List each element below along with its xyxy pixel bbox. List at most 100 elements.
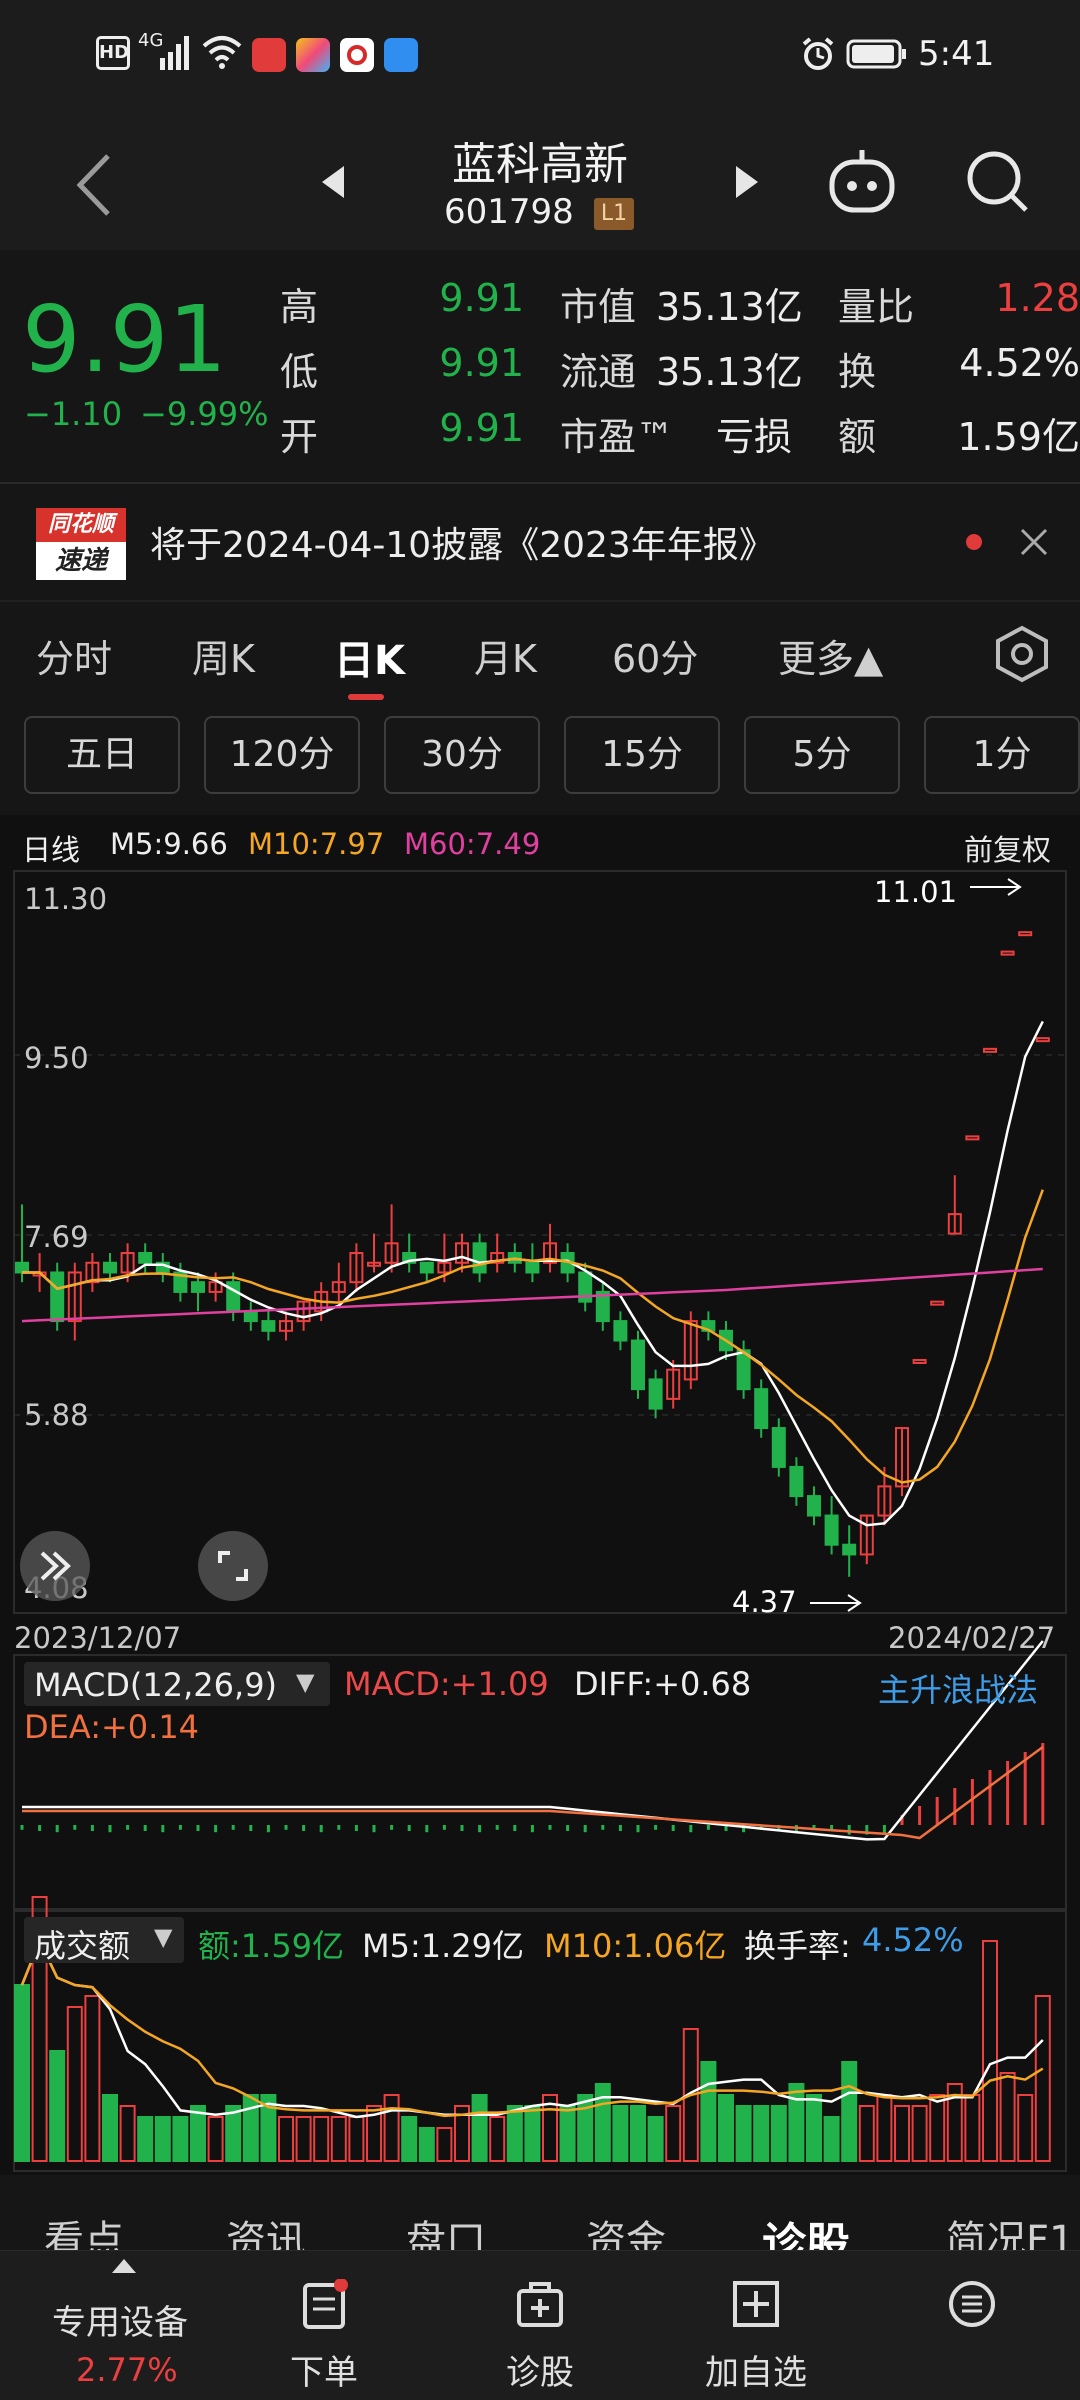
turnover-rate-value: 4.52% bbox=[862, 1921, 964, 1959]
btn-5min[interactable]: 5分 bbox=[744, 716, 900, 794]
volume-bar bbox=[524, 2105, 541, 2162]
btn-15min[interactable]: 15分 bbox=[564, 716, 720, 794]
strategy-link[interactable]: 主升浪战法 bbox=[878, 1665, 1038, 1711]
tab-monthly[interactable]: 月K bbox=[474, 628, 537, 683]
candle-body bbox=[754, 1388, 769, 1430]
volume-selector[interactable]: 成交额 ▼ bbox=[24, 1917, 184, 1965]
volume-bar bbox=[137, 2116, 154, 2162]
nav-add-watchlist[interactable]: 加自选 bbox=[648, 2251, 864, 2400]
nav-order-label: 下单 bbox=[290, 2353, 358, 2393]
add-icon bbox=[731, 2279, 781, 2329]
app-icon-red bbox=[252, 38, 286, 72]
news-logo-top: 同花顺 bbox=[36, 508, 126, 542]
tab-weekly[interactable]: 周K bbox=[192, 628, 255, 683]
volume-bar bbox=[313, 2116, 330, 2162]
tab-diagnose[interactable]: 诊股 bbox=[762, 2208, 850, 2250]
tab-intraday[interactable]: 分时 bbox=[36, 628, 112, 683]
tab-60min[interactable]: 60分 bbox=[612, 628, 698, 683]
candle-body bbox=[525, 1261, 540, 1274]
next-stock-icon[interactable] bbox=[734, 162, 762, 202]
volume-bar bbox=[418, 2127, 435, 2162]
search-icon[interactable] bbox=[964, 148, 1032, 216]
volume-bar bbox=[594, 2083, 611, 2162]
candle-body bbox=[472, 1242, 487, 1274]
volume-bar bbox=[154, 2116, 171, 2162]
status-bar: HD 4G 5:41 bbox=[0, 0, 1080, 110]
quote-panel: 9.91 −1.10 −9.99% 高 9.91 市值 35.13亿 量比 1.… bbox=[0, 250, 1080, 480]
fullscreen-icon[interactable] bbox=[198, 1531, 268, 1601]
tab-capital[interactable]: 资金 bbox=[586, 2208, 666, 2250]
tab-profile[interactable]: 简况F1 bbox=[946, 2208, 1074, 2250]
volume-name: 成交额 bbox=[34, 1927, 131, 1965]
menu-icon bbox=[947, 2279, 997, 2329]
close-icon[interactable] bbox=[1016, 524, 1052, 560]
nav-order[interactable]: 下单 bbox=[216, 2251, 432, 2400]
date-start: 2023/12/07 bbox=[14, 1621, 182, 1655]
volume-bar bbox=[894, 2105, 910, 2162]
volume-bar bbox=[788, 2083, 805, 2162]
btn-1min[interactable]: 1分 bbox=[924, 716, 1080, 794]
volume-bar bbox=[207, 2116, 224, 2162]
btn-30min[interactable]: 30分 bbox=[384, 716, 540, 794]
volume-ma10-line bbox=[20, 1937, 1044, 2118]
status-time: 5:41 bbox=[918, 34, 995, 74]
volume-bar bbox=[999, 2072, 1016, 2162]
volume-ma5-line bbox=[20, 1937, 1044, 2119]
nav-add-label: 加自选 bbox=[705, 2353, 807, 2393]
candle-body bbox=[50, 1271, 65, 1323]
settings-icon[interactable] bbox=[994, 624, 1050, 684]
btn-5day[interactable]: 五日 bbox=[24, 716, 180, 794]
cloud-icon bbox=[384, 38, 418, 72]
news-banner[interactable]: 同花顺 速递 将于2024-04-10披露《2023年年报》 bbox=[0, 482, 1080, 592]
float-value: 35.13亿 bbox=[656, 350, 803, 394]
volume-bar bbox=[471, 2094, 488, 2162]
volume-bar bbox=[841, 2061, 858, 2162]
volratio-label: 量比 bbox=[838, 285, 915, 329]
volume-bar bbox=[295, 2116, 312, 2162]
float-label: 流通 bbox=[560, 350, 637, 394]
low-value: 9.91 bbox=[439, 341, 524, 385]
volume-bar bbox=[172, 2116, 189, 2162]
stock-detail-screen: HD 4G 5:41 蓝科高新 601798 L1 9.91 −1.10 −9.… bbox=[0, 0, 1080, 2400]
news-text: 将于2024-04-10披露《2023年年报》 bbox=[150, 525, 775, 566]
volume-bar bbox=[278, 2116, 294, 2162]
macd-selector[interactable]: MACD(12,26,9) ▼ bbox=[24, 1662, 330, 1706]
chart-area[interactable]: 日线 M5:9.66 M10:7.97 M60:7.49 前复权 11.30 9… bbox=[0, 815, 1080, 2175]
volume-bar bbox=[770, 2105, 787, 2162]
minute-buttons: 五日 120分 30分 15分 5分 1分 bbox=[0, 716, 1080, 802]
tab-orderbook[interactable]: 盘口 bbox=[406, 2208, 486, 2250]
tab-daily[interactable]: 日K bbox=[334, 628, 405, 686]
nav-diagnose[interactable]: 诊股 bbox=[432, 2251, 648, 2400]
axis-label-4: 5.88 bbox=[24, 1398, 89, 1432]
low-arrow bbox=[810, 1594, 862, 1612]
volume-bar bbox=[489, 2116, 506, 2162]
btn-120min[interactable]: 120分 bbox=[204, 716, 360, 794]
candle-body bbox=[419, 1261, 434, 1274]
stock-name: 蓝科高新 bbox=[452, 139, 628, 190]
device-entry[interactable]: 专用设备 2.77% bbox=[0, 2251, 216, 2400]
unread-dot-icon bbox=[966, 534, 982, 550]
news-logo: 同花顺 速递 bbox=[36, 508, 126, 580]
candle-body bbox=[613, 1320, 628, 1342]
tab-news[interactable]: 资讯 bbox=[226, 2208, 306, 2250]
news-logo-bottom: 速递 bbox=[36, 542, 126, 580]
volume-bar bbox=[823, 2116, 840, 2162]
candle-body bbox=[807, 1495, 821, 1517]
kline-chart bbox=[13, 870, 1067, 2172]
last-price: 9.91 bbox=[22, 286, 227, 393]
nav-menu[interactable] bbox=[864, 2251, 1080, 2400]
volume-bar bbox=[348, 2116, 365, 2162]
candle-body bbox=[103, 1261, 117, 1274]
robot-icon[interactable] bbox=[826, 148, 898, 216]
volume-bar bbox=[665, 2105, 682, 2162]
volume-bar bbox=[242, 2094, 259, 2162]
app-icon-multicolor bbox=[296, 38, 330, 72]
tab-more[interactable]: 更多▲ bbox=[778, 628, 883, 683]
hd-badge: HD bbox=[96, 36, 130, 70]
high-label: 高 bbox=[280, 285, 319, 329]
candle-body bbox=[824, 1514, 839, 1546]
turnover-rate-label: 换手率: bbox=[744, 1927, 851, 1965]
expand-icon[interactable] bbox=[20, 1531, 90, 1601]
tab-watch[interactable]: 看点 bbox=[44, 2208, 124, 2250]
dropdown-icon: ▼ bbox=[296, 1668, 315, 1696]
